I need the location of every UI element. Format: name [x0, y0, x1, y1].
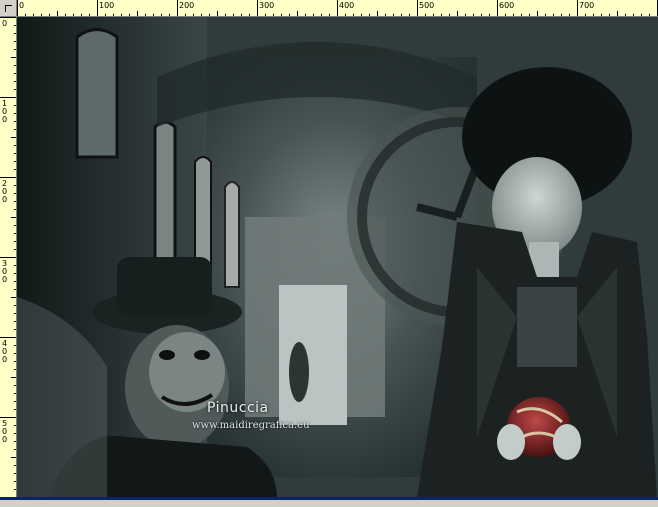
- ruler-label-left: 0: [2, 19, 7, 28]
- vertical-ruler-scale: 0100200300400500: [0, 17, 16, 490]
- horizontal-ruler-scale: 0 100 200 300 400 500 600 700: [17, 0, 658, 16]
- horizontal-ruler: 0 100 200 300 400 500 600 700: [17, 0, 658, 17]
- vertical-ruler: 0100200300400500: [0, 17, 17, 497]
- ruler-label-left: 0: [2, 355, 7, 364]
- ruler-corner: [0, 0, 17, 17]
- ruler-label-top: 500: [419, 1, 434, 10]
- ruler-label-top: 200: [179, 1, 194, 10]
- ruler-label-top: 400: [339, 1, 354, 10]
- ruler-label-left: 0: [2, 275, 7, 284]
- artwork: [17, 17, 658, 497]
- ruler-origin-icon: [5, 5, 12, 12]
- image-canvas[interactable]: Pinuccia www.maidiregrafica.eu: [17, 17, 658, 497]
- ruler-label-left: 0: [2, 115, 7, 124]
- ruler-label-top: 0: [19, 1, 24, 10]
- ruler-label-left: 0: [2, 195, 7, 204]
- ruler-label-top: 600: [499, 1, 514, 10]
- ruler-label-left: 0: [2, 435, 7, 444]
- ruler-label-top: 700: [579, 1, 594, 10]
- ruler-label-top: 100: [99, 1, 114, 10]
- ruler-label-top: 300: [259, 1, 274, 10]
- bottom-selection-bar: [0, 497, 658, 507]
- website-text: www.maidiregrafica.eu: [192, 420, 310, 431]
- signature-text: Pinuccia: [207, 400, 269, 416]
